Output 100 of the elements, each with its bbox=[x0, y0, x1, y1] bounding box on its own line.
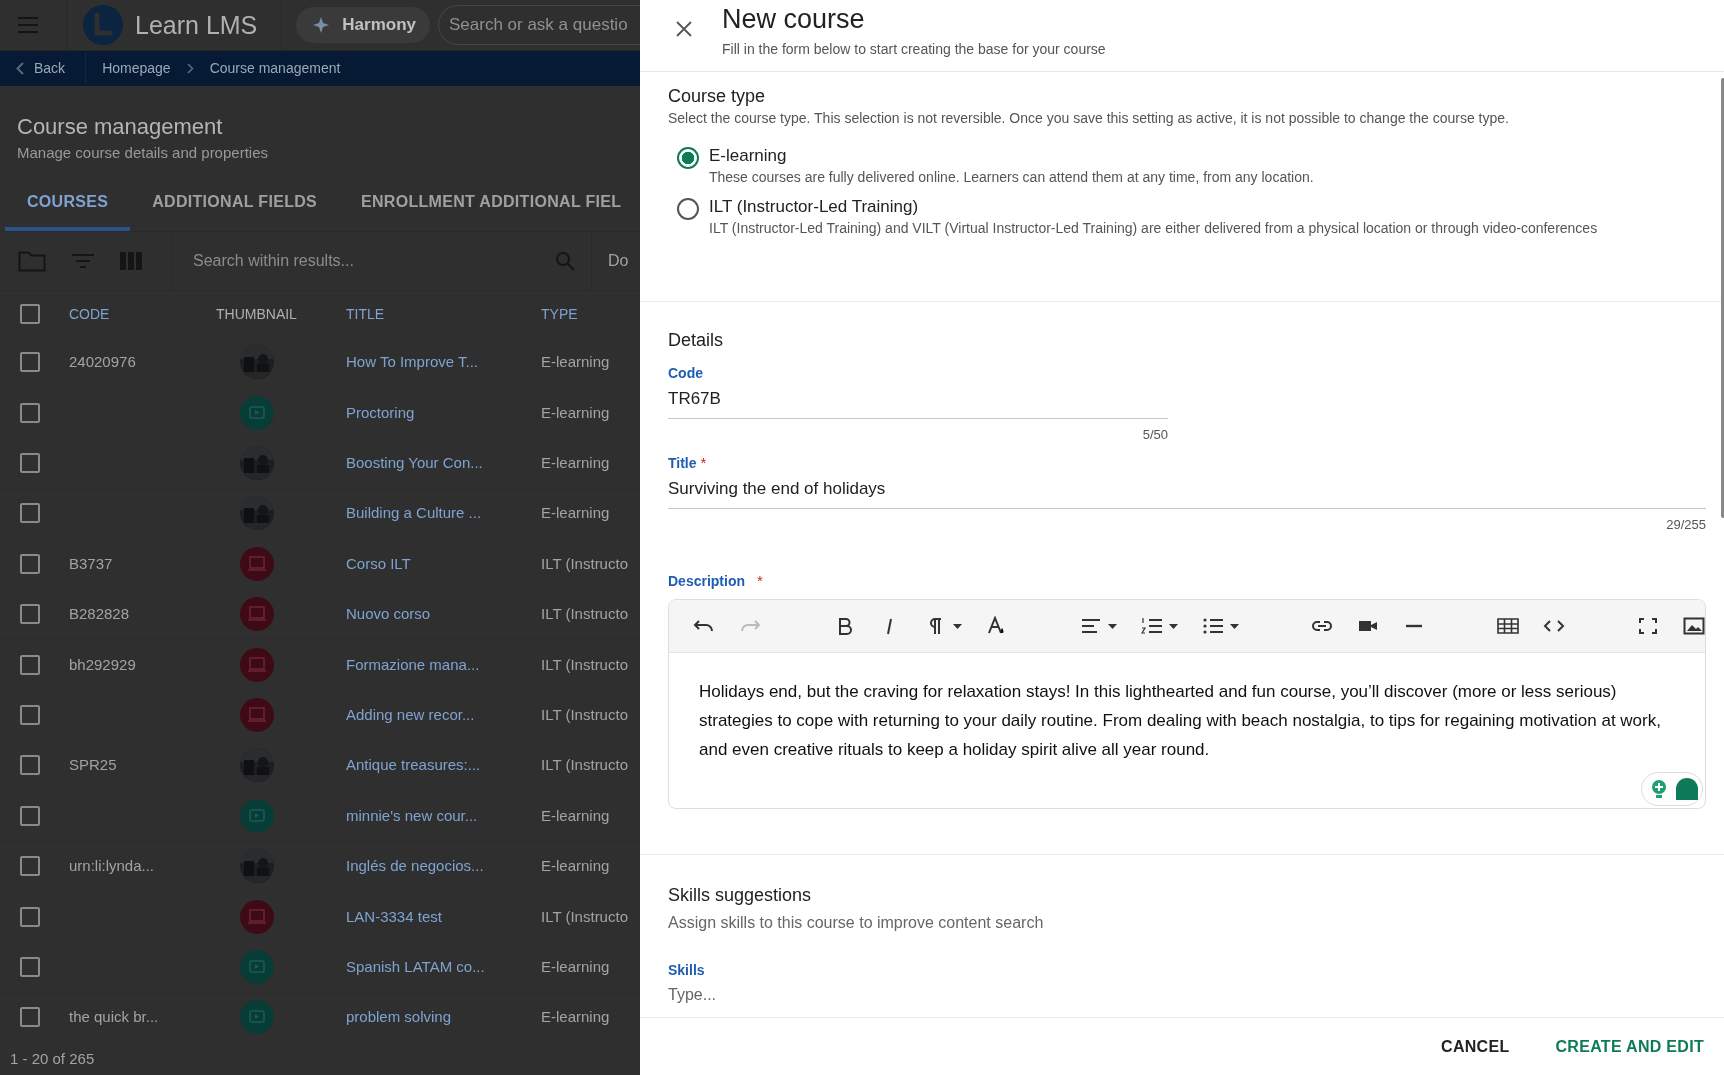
course-title-link[interactable]: Antique treasures:... bbox=[346, 756, 481, 774]
table-cell: ILT (Instructo bbox=[541, 756, 628, 774]
pagination-text: 1 - 20 of 265 bbox=[9, 1049, 96, 1069]
course-title-link[interactable]: How To Improve T... bbox=[346, 353, 478, 371]
checkbox[interactable] bbox=[20, 805, 40, 826]
cancel-button[interactable]: CANCEL bbox=[1429, 1029, 1522, 1064]
rich-text-editor[interactable] bbox=[668, 599, 1706, 809]
checkbox[interactable] bbox=[20, 1007, 40, 1028]
logo-icon bbox=[83, 5, 123, 45]
dialog-title: New course bbox=[722, 4, 866, 35]
section-heading: Course type bbox=[668, 86, 767, 107]
character-counter: 29/255 bbox=[1666, 517, 1706, 532]
checkbox[interactable] bbox=[20, 654, 40, 675]
numbered-list-icon[interactable] bbox=[1141, 616, 1163, 636]
column-header[interactable]: TYPE bbox=[541, 305, 578, 322]
close-icon[interactable] bbox=[676, 21, 692, 37]
course-title-link[interactable]: minnie's new cour... bbox=[346, 806, 478, 824]
page-title: Course management bbox=[17, 113, 224, 140]
tab[interactable]: ADDITIONAL FIELDS bbox=[130, 179, 340, 231]
required-mark: * bbox=[700, 454, 707, 471]
column-header[interactable]: TITLE bbox=[346, 305, 385, 322]
course-title-link[interactable]: Spanish LATAM co... bbox=[346, 957, 485, 975]
option-description: ILT (Instructor-Led Training) and VILT (Virtual Instructor-Led Training) are either delivered from a physical location or through video-conferences bbox=[709, 219, 1598, 237]
bullet-list-icon[interactable] bbox=[1202, 616, 1224, 636]
course-title-link[interactable]: Formazione mana... bbox=[346, 655, 480, 673]
page-subtitle: Manage course details and properties bbox=[17, 143, 269, 161]
back-link[interactable]: Back bbox=[0, 53, 87, 84]
table-cell: E-learning bbox=[541, 806, 610, 824]
table-cell: B3737 bbox=[69, 554, 113, 572]
chevron-left-icon bbox=[16, 61, 24, 75]
table-cell: SPR25 bbox=[69, 756, 117, 774]
course-title-link[interactable]: Proctoring bbox=[346, 403, 415, 421]
checkbox[interactable] bbox=[20, 303, 40, 324]
course-title-link[interactable]: Building a Culture ... bbox=[346, 504, 482, 522]
presentation-icon bbox=[240, 546, 274, 581]
section-description: Assign skills to this course to improve content search bbox=[668, 914, 1045, 932]
option-description: These courses are fully delivered online. Learners can attend them at any time, from any location. bbox=[709, 169, 1314, 187]
caret-icon[interactable] bbox=[1108, 623, 1117, 629]
writing-assistant-icon[interactable] bbox=[1641, 772, 1703, 806]
play-screen-icon bbox=[240, 798, 274, 833]
table-cell: E-learning bbox=[541, 504, 610, 522]
breadcrumb-link[interactable]: Course management bbox=[209, 60, 341, 77]
checkbox[interactable] bbox=[20, 704, 40, 725]
checkbox[interactable] bbox=[20, 956, 40, 977]
tab[interactable]: COURSES bbox=[5, 179, 131, 231]
checkbox[interactable] bbox=[20, 604, 40, 625]
field-label: Title bbox=[668, 455, 697, 471]
app-logo-text: Learn LMS bbox=[135, 10, 258, 40]
table-cell: ILT (Instructo bbox=[541, 907, 628, 925]
checkbox[interactable] bbox=[20, 352, 40, 373]
checkbox[interactable] bbox=[20, 553, 40, 574]
table-cell: ILT (Instructo bbox=[541, 554, 628, 572]
caret-icon[interactable] bbox=[1230, 623, 1239, 629]
section-heading: Details bbox=[668, 330, 725, 351]
section-description: Select the course type. This selection is not reversible. Once you save this setting as active, it is not possible to change the course type. bbox=[668, 110, 1510, 126]
checkbox[interactable] bbox=[20, 503, 40, 524]
create-and-edit-button[interactable]: CREATE AND EDIT bbox=[1543, 1029, 1716, 1064]
checkbox[interactable] bbox=[20, 755, 40, 776]
image-icon[interactable] bbox=[1683, 616, 1705, 636]
field-label: Code bbox=[668, 365, 703, 381]
assistant-button[interactable]: Harmony bbox=[296, 7, 430, 43]
radio-button[interactable] bbox=[677, 147, 699, 169]
radio-button[interactable] bbox=[677, 197, 699, 220]
fullscreen-icon[interactable] bbox=[1637, 616, 1659, 636]
caret-icon[interactable] bbox=[1169, 623, 1178, 629]
checkbox[interactable] bbox=[20, 402, 40, 423]
presentation-icon bbox=[240, 899, 274, 934]
required-mark: * bbox=[757, 572, 763, 589]
table-cell: E-learning bbox=[541, 454, 610, 471]
play-screen-icon bbox=[240, 949, 274, 984]
breadcrumb-link[interactable]: Homepage bbox=[102, 60, 171, 77]
field-label: Description bbox=[668, 573, 745, 589]
table-cell: ILT (Instructo bbox=[541, 705, 628, 723]
play-screen-icon bbox=[240, 395, 274, 430]
course-title-link[interactable]: Inglés de negocios... bbox=[346, 857, 484, 875]
chevron-right-icon bbox=[186, 62, 194, 74]
align-icon[interactable] bbox=[1080, 616, 1102, 636]
scrollbar[interactable] bbox=[1721, 78, 1724, 518]
course-title-link[interactable]: problem solving bbox=[346, 1008, 452, 1026]
table-icon[interactable] bbox=[1497, 616, 1519, 636]
course-title-link[interactable]: Boosting Your Con... bbox=[346, 454, 483, 471]
field-label: Skills bbox=[668, 962, 706, 978]
sparkle-icon bbox=[312, 16, 331, 34]
course-title-link[interactable]: Adding new recor... bbox=[346, 705, 475, 723]
checkbox[interactable] bbox=[20, 453, 40, 473]
presentation-icon bbox=[240, 647, 274, 682]
course-title-link[interactable]: Nuovo corso bbox=[346, 605, 431, 623]
column-header[interactable]: CODE bbox=[69, 305, 110, 322]
checkbox[interactable] bbox=[20, 906, 40, 927]
play-screen-icon bbox=[240, 1000, 274, 1035]
search-field[interactable]: Search within results... bbox=[191, 250, 555, 271]
tab[interactable]: ENROLLMENT ADDITIONAL FIEL bbox=[339, 179, 640, 231]
assistant-search-field[interactable]: Search or ask a questio bbox=[438, 5, 640, 45]
checkbox[interactable] bbox=[20, 856, 40, 877]
table-cell: 24020976 bbox=[69, 353, 136, 371]
toolbar-button[interactable]: Do bbox=[608, 251, 629, 270]
caret-icon[interactable] bbox=[953, 623, 962, 629]
table-cell: the quick br... bbox=[69, 1008, 159, 1026]
course-title-link[interactable]: Corso ILT bbox=[346, 554, 411, 572]
course-title-link[interactable]: LAN-3334 test bbox=[346, 907, 442, 925]
